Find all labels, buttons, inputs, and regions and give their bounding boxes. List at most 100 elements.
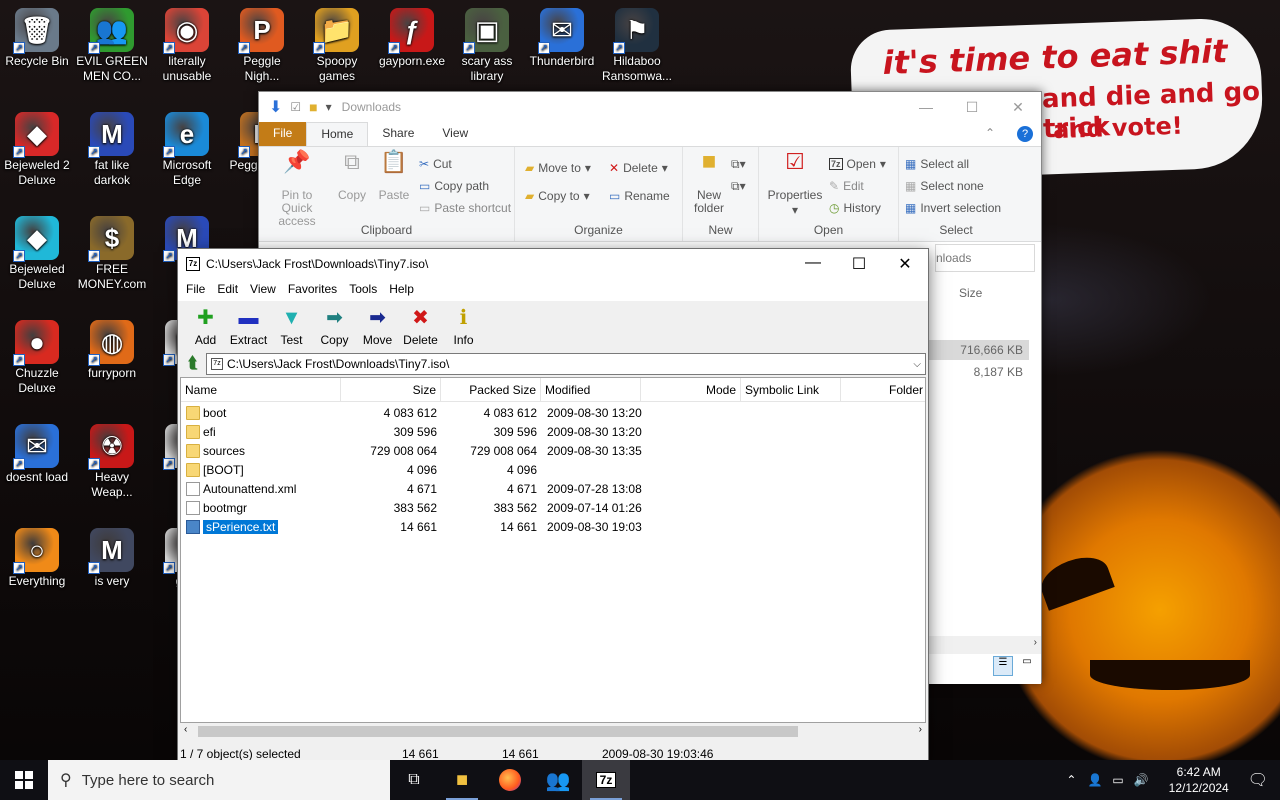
7zip-titlebar[interactable]: 7z C:\Users\Jack Frost\Downloads\Tiny7.i… — [178, 249, 928, 279]
desktop-icon[interactable]: $ ↗ FREE MONEY.com — [75, 216, 149, 292]
tab-view[interactable]: View — [428, 122, 482, 146]
table-row[interactable]: efi 309 596 309 596 2009-08-30 13:20 — [181, 423, 925, 442]
taskbar-green-men[interactable]: 👥 — [534, 760, 582, 800]
pin-quick-access-button[interactable]: 📌 Pin to Quick access — [265, 151, 329, 228]
minimize-button[interactable]: — — [903, 99, 949, 116]
menu-view[interactable]: View — [244, 279, 282, 301]
info-button[interactable]: ℹ Info — [442, 301, 485, 351]
address-input[interactable]: 7z C:\Users\Jack Frost\Downloads\Tiny7.i… — [206, 353, 926, 375]
maximize-button[interactable]: ☐ — [836, 254, 882, 274]
tab-home[interactable]: Home — [306, 122, 369, 146]
scroll-right-icon[interactable]: › — [1034, 637, 1037, 648]
desktop-icon[interactable]: ▣ ↗ scary ass library — [450, 8, 524, 84]
dropdown-icon[interactable]: ▾ — [326, 100, 332, 114]
copy-button[interactable]: ⧉ Copy — [335, 151, 369, 202]
menu-edit[interactable]: Edit — [211, 279, 244, 301]
desktop-icon[interactable]: ◉ ↗ literally unusable — [150, 8, 224, 84]
desktop-icon[interactable]: M ↗ is very — [75, 528, 149, 589]
desktop-icon[interactable]: 📁 ↗ Spoopy games — [300, 8, 374, 84]
7zip-window[interactable]: 7z C:\Users\Jack Frost\Downloads\Tiny7.i… — [177, 248, 929, 762]
taskbar-firefox[interactable] — [486, 760, 534, 800]
move-button[interactable]: ➡ Move — [356, 301, 399, 351]
start-button[interactable] — [0, 760, 48, 800]
desktop-icon[interactable]: P ↗ Peggle Nigh... — [225, 8, 299, 84]
clock[interactable]: 6:42 AM 12/12/2024 — [1162, 764, 1236, 796]
delete-button[interactable]: ✕ Delete ▾ — [609, 161, 668, 175]
tray-chevron-up-icon[interactable]: ⌃ — [1066, 773, 1076, 787]
desktop-icon[interactable]: 🗑 ↗ Recycle Bin — [0, 8, 74, 69]
scroll-thumb[interactable] — [198, 726, 798, 737]
invert-selection-button[interactable]: ▦ Invert selection — [905, 201, 1001, 215]
new-folder-button[interactable]: ■ New folder — [689, 150, 729, 215]
edit-button[interactable]: ✎ Edit — [829, 179, 864, 193]
table-row[interactable]: sPerience.txt 14 661 14 661 2009-08-30 19:0… — [181, 518, 925, 537]
chevron-down-icon[interactable]: ⌵ — [913, 359, 921, 370]
test-button[interactable]: ▼ Test — [270, 301, 313, 351]
volume-icon[interactable]: 🔊 — [1134, 773, 1149, 787]
minimize-button[interactable]: — — [790, 254, 836, 274]
size-column-header[interactable]: Size — [959, 286, 982, 300]
open-button[interactable]: 7z Open ▾ — [829, 157, 886, 171]
help-icon[interactable]: ? — [1017, 126, 1033, 142]
menu-file[interactable]: File — [180, 279, 211, 301]
copy-to-button[interactable]: ▰ Copy to ▾ — [525, 189, 590, 203]
file-list[interactable]: Name Size Packed Size Modified Mode Symb… — [180, 377, 926, 723]
delete-button[interactable]: ✖ Delete — [399, 301, 442, 351]
explorer-search-input[interactable]: nloads — [935, 244, 1035, 272]
ribbon-collapse-icon[interactable]: ⌃ — [971, 122, 1009, 146]
extract-button[interactable]: ▬ Extract — [227, 301, 270, 351]
col-packed-size[interactable]: Packed Size — [441, 378, 541, 402]
cut-button[interactable]: ✂ Cut — [419, 157, 452, 171]
menu-favorites[interactable]: Favorites — [282, 279, 343, 301]
tab-share[interactable]: Share — [368, 122, 428, 146]
network-icon[interactable]: ▭ — [1112, 773, 1123, 787]
task-view-button[interactable]: ⧉ — [390, 760, 438, 800]
history-button[interactable]: ◷ History — [829, 201, 881, 215]
desktop-icon[interactable]: ✉ ↗ Thunderbird — [525, 8, 599, 69]
taskbar-search-input[interactable]: ⚲ Type here to search — [48, 760, 390, 800]
new-item-icon[interactable]: ⧉▾ — [731, 157, 746, 172]
desktop-icon[interactable]: ◆ ↗ Bejeweled 2 Deluxe — [0, 112, 74, 188]
desktop-icon[interactable]: e ↗ Microsoft Edge — [150, 112, 224, 188]
checkbox-icon[interactable]: ☑ — [290, 100, 301, 114]
table-row[interactable]: bootmgr 383 562 383 562 2009-07-14 01:26 — [181, 499, 925, 518]
tray-green-icon[interactable]: 👤 — [1087, 773, 1102, 787]
paste-shortcut-button[interactable]: ▭ Paste shortcut — [419, 201, 511, 215]
down-arrow-icon[interactable]: ⬇ — [269, 97, 282, 117]
col-modified[interactable]: Modified — [541, 378, 641, 402]
col-mode[interactable]: Mode — [641, 378, 741, 402]
details-view-icon[interactable]: ☰ — [993, 656, 1013, 676]
desktop-icon[interactable]: 👥 ↗ EVIL GREEN MEN CO... — [75, 8, 149, 84]
add-button[interactable]: ✚ Add — [184, 301, 227, 351]
paste-button[interactable]: 📋 Paste — [377, 151, 411, 202]
easy-access-icon[interactable]: ⧉▾ — [731, 179, 746, 194]
rename-button[interactable]: ▭ Rename — [609, 189, 670, 203]
col-name[interactable]: Name — [181, 378, 341, 402]
table-row[interactable]: sources 729 008 064 729 008 064 2009-08-30 … — [181, 442, 925, 461]
notifications-icon[interactable]: 🗨 — [1248, 770, 1268, 790]
file-list-hscroll[interactable]: ‹ › — [180, 723, 926, 740]
desktop-icon[interactable]: M ↗ fat like darkok — [75, 112, 149, 188]
explorer-hscroll[interactable]: › — [929, 636, 1041, 654]
table-row[interactable]: boot 4 083 612 4 083 612 2009-08-30 13:20 — [181, 404, 925, 423]
scroll-right-icon[interactable]: › — [919, 724, 922, 735]
table-row[interactable]: [BOOT] 4 096 4 096 — [181, 461, 925, 480]
close-button[interactable]: ✕ — [995, 99, 1041, 116]
list-item-size[interactable]: 8,187 KB — [929, 362, 1029, 382]
list-item-size[interactable]: 716,666 KB — [929, 340, 1029, 360]
tab-file[interactable]: File — [259, 122, 307, 146]
menu-tools[interactable]: Tools — [343, 279, 383, 301]
col-folder[interactable]: Folder — [841, 378, 925, 402]
large-icons-view-icon[interactable]: ▭ — [1017, 656, 1037, 676]
desktop-icon[interactable]: ƒ ↗ gayporn.exe — [375, 8, 449, 69]
explorer-titlebar[interactable]: ⬇ ☑ ■ ▾ Downloads — ☐ ✕ — [259, 92, 1041, 122]
desktop-icon[interactable]: ● ↗ Chuzzle Deluxe — [0, 320, 74, 396]
desktop-icon[interactable]: ○ ↗ Everything — [0, 528, 74, 589]
move-to-button[interactable]: ▰ Move to ▾ — [525, 161, 591, 175]
select-none-button[interactable]: ▦ Select none — [905, 179, 984, 193]
copy-path-button[interactable]: ▭ Copy path — [419, 179, 489, 193]
desktop-icon[interactable]: ⚑ ↗ Hildaboo Ransomwa... — [600, 8, 674, 84]
col-size[interactable]: Size — [341, 378, 441, 402]
properties-button[interactable]: ☑ Properties ▾ — [767, 151, 823, 217]
desktop-icon[interactable]: ◆ ↗ Bejeweled Deluxe — [0, 216, 74, 292]
